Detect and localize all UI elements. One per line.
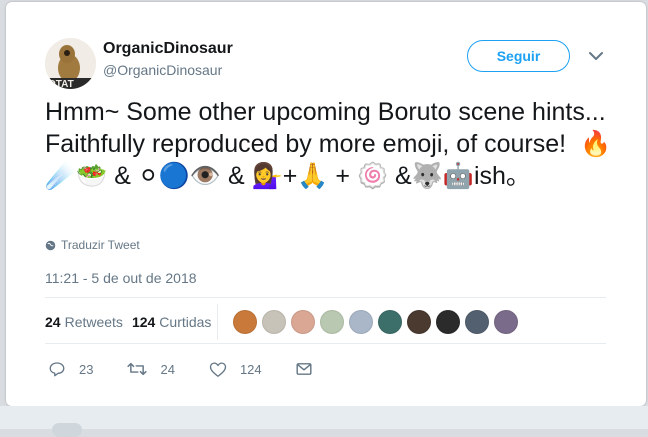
like-count: 124 (239, 361, 262, 377)
retweet-count: 24 (160, 361, 175, 377)
retweets-count: 24 (45, 314, 61, 330)
heart-icon (209, 361, 227, 377)
liker-avatar[interactable] (349, 310, 373, 334)
liker-avatar[interactable] (233, 310, 257, 334)
like-button[interactable]: 124 (209, 361, 262, 378)
reply-icon (49, 362, 65, 377)
tweet-timestamp[interactable]: 11:21 - 5 de out de 2018 (45, 270, 197, 286)
tweet-actions: 23 24 124 (48, 360, 359, 378)
reply-composer-avatar (52, 423, 82, 437)
reply-area-background (0, 406, 648, 429)
liker-avatars (233, 310, 523, 334)
liker-avatar[interactable] (378, 310, 402, 334)
user-handle[interactable]: @OrganicDinosaur (103, 62, 222, 78)
liker-avatar[interactable] (436, 310, 460, 334)
globe-icon (45, 240, 56, 250)
avatar[interactable]: OTAT (45, 38, 96, 89)
reply-button[interactable]: 23 (48, 360, 93, 378)
avatar-label: OTAT (48, 79, 74, 89)
retweet-button[interactable]: 24 (127, 360, 175, 378)
translate-tweet-link[interactable]: Traduzir Tweet (45, 238, 140, 252)
translate-label: Traduzir Tweet (61, 238, 140, 252)
retweet-icon (127, 362, 148, 376)
likes-label: Curtidas (159, 314, 212, 330)
display-name[interactable]: OrganicDinosaur (103, 40, 233, 58)
chevron-down-icon[interactable] (588, 50, 604, 62)
stats-separator (217, 304, 218, 340)
dinosaur-avatar-icon: OTAT (45, 38, 96, 89)
liker-avatar[interactable] (262, 310, 286, 334)
liker-avatar[interactable] (407, 310, 431, 334)
liker-avatar[interactable] (465, 310, 489, 334)
tweet-card: OTAT OrganicDinosaur @OrganicDinosaur Se… (6, 2, 646, 406)
likes-stat[interactable]: 124 Curtidas (132, 314, 212, 330)
envelope-icon (296, 363, 312, 375)
divider (45, 343, 606, 344)
tweet-stats: 24 Retweets 124 Curtidas (45, 314, 220, 330)
reply-count: 23 (79, 361, 94, 377)
likes-count: 124 (131, 314, 156, 330)
tweet-text: Hmm~ Some other upcoming Boruto scene hi… (45, 98, 613, 190)
liker-avatar[interactable] (494, 310, 518, 334)
direct-message-button[interactable] (296, 362, 325, 376)
retweets-label: Retweets (64, 314, 123, 330)
retweets-stat[interactable]: 24 Retweets (45, 314, 123, 330)
liker-avatar[interactable] (291, 310, 315, 334)
liker-avatar[interactable] (320, 310, 344, 334)
divider (45, 297, 606, 298)
follow-button[interactable]: Seguir (467, 40, 570, 72)
